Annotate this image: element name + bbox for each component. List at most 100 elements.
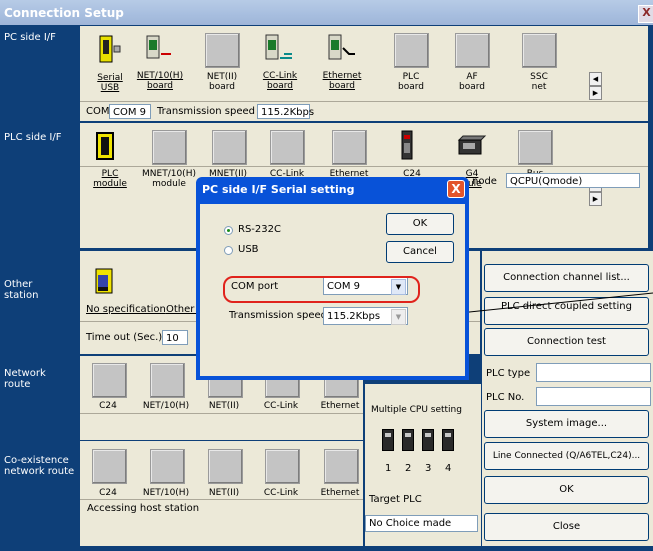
rs232c-radio[interactable] bbox=[224, 226, 233, 235]
serial-usb-icon[interactable] bbox=[94, 34, 127, 67]
route-net10h-tile[interactable] bbox=[150, 363, 185, 398]
pc-item-cclink-label: CC-Link board bbox=[262, 71, 298, 91]
mode-value: QCPU(Qmode) bbox=[506, 173, 640, 188]
plc-ethernet-tile[interactable] bbox=[332, 130, 367, 165]
other-station-label: Other station bbox=[4, 279, 39, 301]
dialog-speed-value: 115.2Kbps bbox=[327, 311, 381, 322]
dialog-cancel-button[interactable]: Cancel bbox=[386, 241, 454, 263]
mode-label: node bbox=[472, 176, 497, 187]
transmission-speed-value: 115.2Kbps bbox=[257, 104, 314, 119]
coexist-c24-tile[interactable] bbox=[92, 449, 127, 484]
plc-no-label: PLC No. bbox=[486, 392, 525, 403]
ethernet-board-icon[interactable] bbox=[325, 32, 358, 65]
coexist-ethernet-tile[interactable] bbox=[324, 449, 359, 484]
scroll-right-icon[interactable]: ▶ bbox=[589, 86, 602, 100]
divider bbox=[80, 499, 363, 500]
transmission-speed-label: Transmission speed bbox=[157, 106, 255, 117]
coexistence-route-label: Co-existence network route bbox=[4, 455, 75, 477]
plc-module-icon[interactable] bbox=[95, 131, 128, 164]
mnet2-tile[interactable] bbox=[212, 130, 247, 165]
cpu-num-2: 2 bbox=[405, 463, 412, 474]
coexistence-route-panel: C24 NET/10(H) NET(II) CC-Link Ethernet A… bbox=[80, 441, 363, 546]
connection-channel-list-button[interactable]: Connection channel list... bbox=[484, 264, 649, 292]
no-specification-icon[interactable] bbox=[94, 265, 127, 298]
coexist-label-net10h: NET/10(H) bbox=[142, 488, 190, 498]
line-connected-button[interactable]: Line Connected (Q/A6TEL,C24)... bbox=[484, 442, 649, 470]
timeout-value[interactable]: 10 bbox=[162, 330, 188, 345]
multiple-cpu-panel: Multiple CPU setting 1 2 3 4 Target PLC … bbox=[365, 384, 481, 546]
route-c24-tile[interactable] bbox=[92, 363, 127, 398]
chevron-down-icon[interactable]: ▼ bbox=[391, 309, 406, 325]
no-specification-link[interactable]: No specification bbox=[86, 304, 166, 315]
dialog-close-button[interactable]: X bbox=[447, 180, 465, 198]
cpu-num-3: 3 bbox=[425, 463, 432, 474]
multiple-cpu-label: Multiple CPU setting bbox=[371, 405, 462, 415]
net2-board-tile[interactable] bbox=[205, 33, 240, 68]
coexist-label-cclink: CC-Link bbox=[263, 488, 299, 498]
route-label-net2: NET(II) bbox=[208, 401, 240, 411]
coexist-label-net2: NET(II) bbox=[208, 488, 240, 498]
coexist-cclink-tile[interactable] bbox=[265, 449, 300, 484]
cc-link-board-icon[interactable] bbox=[262, 32, 295, 65]
cpu-num-1: 1 bbox=[385, 463, 392, 474]
title-bar: Connection Setup X bbox=[0, 0, 653, 25]
pc-side-panel: Serial USB NET/10(H) board NET(II) board CC… bbox=[80, 26, 648, 121]
route-label-ethernet: Ethernet bbox=[320, 401, 360, 411]
rs232c-label: RS-232C bbox=[238, 224, 281, 235]
coexist-net10h-tile[interactable] bbox=[150, 449, 185, 484]
plc-type-label: PLC type bbox=[486, 368, 531, 379]
dialog-ok-button[interactable]: OK bbox=[386, 213, 454, 235]
pc-item-af-label: AF board bbox=[459, 72, 485, 92]
close-button[interactable]: Close bbox=[484, 513, 649, 541]
com-label: COM bbox=[86, 106, 110, 117]
coexist-net2-tile[interactable] bbox=[208, 449, 243, 484]
pc-com-row: COM COM 9 Transmission speed 115.2Kbps bbox=[80, 101, 648, 122]
usb-label: USB bbox=[238, 244, 259, 255]
route-label-cclink: CC-Link bbox=[263, 401, 299, 411]
plc-type-field bbox=[536, 363, 651, 382]
mnet10h-tile[interactable] bbox=[152, 130, 187, 165]
window-title: Connection Setup bbox=[4, 6, 124, 20]
connection-test-button[interactable]: Connection test bbox=[484, 328, 649, 356]
c24-module-icon[interactable] bbox=[398, 129, 431, 162]
scroll-left-icon[interactable]: ◀ bbox=[589, 72, 602, 86]
plc-cclink-tile[interactable] bbox=[270, 130, 305, 165]
pc-item-ssc-label: SSC net bbox=[530, 72, 548, 92]
usb-radio[interactable] bbox=[224, 246, 233, 255]
coexist-label-ethernet: Ethernet bbox=[320, 488, 360, 498]
pc-item-net10h-label: NET/10(H) board bbox=[136, 71, 184, 91]
bus-tile[interactable] bbox=[518, 130, 553, 165]
plc-board-tile[interactable] bbox=[394, 33, 429, 68]
pc-item-net2-label: NET(II) board bbox=[206, 72, 238, 92]
pc-scroll-arrows[interactable]: ◀▶ bbox=[589, 72, 613, 100]
cpu-3-icon[interactable] bbox=[422, 429, 434, 451]
ssc-net-tile[interactable] bbox=[522, 33, 557, 68]
system-image-button[interactable]: System image... bbox=[484, 410, 649, 438]
coexist-label-c24: C24 bbox=[99, 488, 117, 498]
cpu-num-4: 4 bbox=[445, 463, 452, 474]
pc-side-label: PC side I/F bbox=[4, 32, 56, 43]
network-route-label: Network route bbox=[4, 368, 46, 390]
com-value: COM 9 bbox=[109, 104, 151, 119]
cpu-1-icon[interactable] bbox=[382, 429, 394, 451]
plc-no-field bbox=[536, 387, 651, 406]
dialog-speed-label: Transmission speed bbox=[229, 310, 327, 321]
target-plc-label: Target PLC bbox=[369, 494, 422, 505]
pc-item-plc-label: PLC board bbox=[398, 72, 424, 92]
af-board-tile[interactable] bbox=[455, 33, 490, 68]
route-label-net10h: NET/10(H) bbox=[142, 401, 190, 411]
dialog-title: PC side I/F Serial setting bbox=[202, 183, 355, 196]
divider bbox=[80, 413, 363, 414]
window-close-button[interactable]: X bbox=[638, 5, 653, 23]
cpu-4-icon[interactable] bbox=[442, 429, 454, 451]
dialog-speed-select[interactable]: 115.2Kbps ▼ bbox=[323, 307, 408, 325]
pc-item-ethernet-label: Ethernet board bbox=[322, 71, 362, 91]
net10h-board-icon[interactable] bbox=[143, 32, 176, 65]
cpu-2-icon[interactable] bbox=[402, 429, 414, 451]
com-port-highlight bbox=[223, 276, 420, 303]
plc-side-label: PLC side I/F bbox=[4, 132, 62, 143]
route-label-c24: C24 bbox=[99, 401, 117, 411]
g4-module-icon[interactable] bbox=[455, 132, 488, 165]
timeout-label: Time out (Sec.) bbox=[86, 332, 163, 343]
ok-button[interactable]: OK bbox=[484, 476, 649, 504]
